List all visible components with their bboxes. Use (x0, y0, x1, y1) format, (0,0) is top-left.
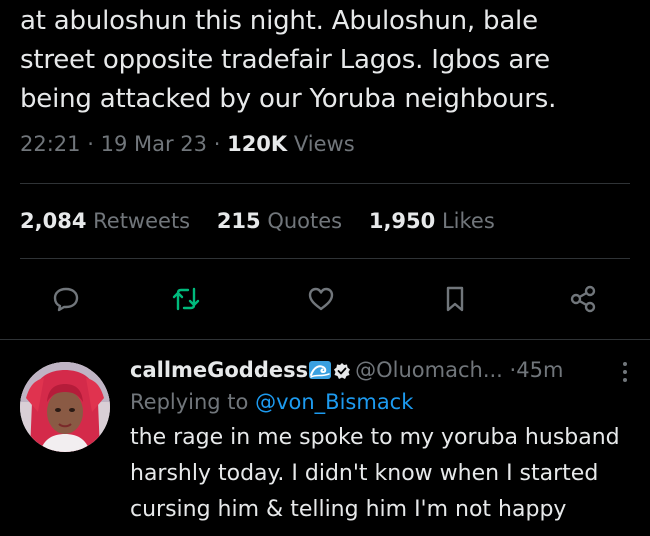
retweet-button[interactable] (171, 284, 201, 314)
replying-to: Replying to @von_Bismack (130, 386, 640, 418)
share-button[interactable] (568, 284, 598, 314)
meta-separator: · (213, 132, 221, 156)
replying-prefix: Replying to (130, 390, 249, 414)
quotes-stat[interactable]: 215 Quotes (217, 209, 349, 233)
avatar-photo-icon (20, 362, 110, 452)
retweets-stat[interactable]: 2,084 Retweets (20, 209, 197, 233)
reply-text: the rage in me spoke to my yoruba husban… (130, 420, 640, 528)
reply-tweet[interactable]: callmeGoddess @Oluomach... ·45m Replying… (0, 340, 650, 536)
bookmark-icon (446, 286, 464, 312)
reply-header: callmeGoddess @Oluomach... ·45m (130, 356, 640, 384)
speech-bubble-icon (53, 287, 79, 312)
tweet-stats: 2,084 Retweets 215 Quotes 1,950 Likes (20, 209, 515, 233)
tweet-time[interactable]: 22:21 (20, 132, 81, 156)
quotes-count: 215 (216, 209, 261, 233)
more-options-icon[interactable] (620, 360, 630, 384)
verified-badge-icon (334, 363, 351, 379)
reply-text-line: harshly today. I didn't know when I star… (130, 461, 599, 486)
tweet-action-bar (0, 276, 650, 320)
divider (20, 183, 630, 184)
share-icon (570, 285, 596, 313)
heart-icon (308, 287, 334, 311)
like-button[interactable] (306, 284, 336, 314)
wave-emoji-icon (309, 361, 332, 379)
quotes-label: Quotes (267, 209, 343, 233)
retweet-icon (172, 287, 200, 311)
tweet-text-line: at abuloshun this night. Abuloshun, bale (20, 6, 538, 36)
bookmark-button[interactable] (440, 284, 470, 314)
reply-handle[interactable]: @Oluomach... (355, 358, 503, 382)
likes-stat[interactable]: 1,950 Likes (369, 209, 495, 233)
retweets-count: 2,084 (20, 209, 87, 233)
divider (20, 258, 630, 259)
replying-handle-link[interactable]: @von_Bismack (255, 390, 413, 414)
reply-text-line: cursing him & telling him I'm not happy (130, 497, 567, 522)
likes-label: Likes (441, 209, 495, 233)
reply-age[interactable]: 45m (516, 358, 563, 382)
reply-button[interactable] (51, 284, 81, 314)
likes-count: 1,950 (368, 209, 436, 233)
tweet-meta: 22:21 · 19 Mar 23 · 120K Views (20, 132, 355, 156)
avatar[interactable] (20, 362, 110, 452)
reply-display-name[interactable]: callmeGoddess (130, 358, 308, 382)
tweet-text-line: street opposite tradefair Lagos. Igbos a… (20, 45, 550, 75)
tweet-text: at abuloshun this night. Abuloshun, bale… (20, 2, 640, 119)
meta-separator: · (87, 132, 94, 156)
reply-text-line: the rage in me spoke to my yoruba husban… (130, 425, 620, 450)
tweet-text-line: being attacked by our Yoruba neighbours. (20, 84, 557, 114)
tweet-date[interactable]: 19 Mar 23 (101, 132, 207, 156)
reply-content: callmeGoddess @Oluomach... ·45m Replying… (130, 356, 640, 528)
retweets-label: Retweets (93, 209, 191, 233)
views-label: Views (293, 132, 355, 156)
views-count: 120K (227, 132, 288, 156)
